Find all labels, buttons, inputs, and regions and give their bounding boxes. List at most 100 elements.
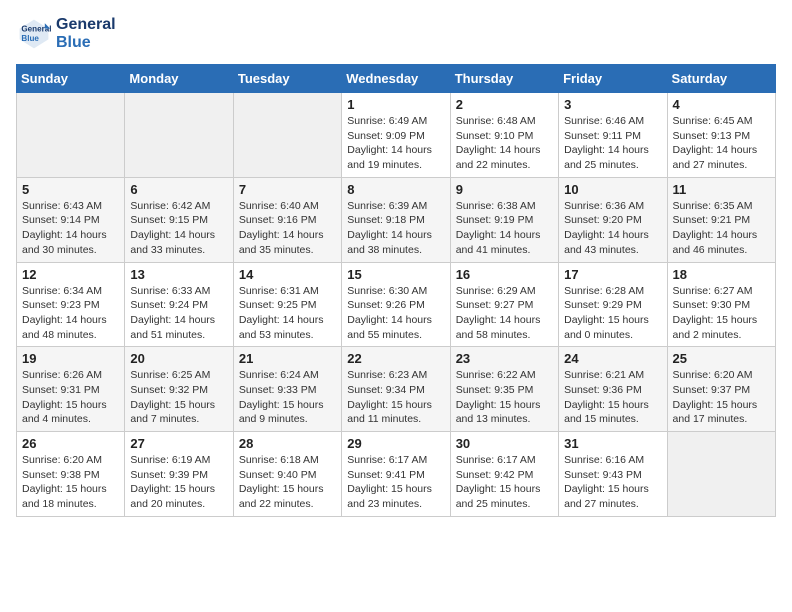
day-info: Sunrise: 6:39 AMSunset: 9:18 PMDaylight:… (347, 199, 444, 258)
calendar-cell: 15 Sunrise: 6:30 AMSunset: 9:26 PMDayligh… (342, 262, 450, 347)
calendar-cell: 22 Sunrise: 6:23 AMSunset: 9:34 PMDayligh… (342, 347, 450, 432)
calendar-cell: 28 Sunrise: 6:18 AMSunset: 9:40 PMDayligh… (233, 432, 341, 517)
calendar-cell: 14Sunrise: 6:31 AMSunset: 9:25 PMDayligh… (233, 262, 341, 347)
day-number: 13 (130, 267, 227, 282)
calendar-week-row: 1 Sunrise: 6:49 AMSunset: 9:09 PMDaylight… (17, 93, 776, 178)
day-number: 7 (239, 182, 336, 197)
calendar-cell: 3 Sunrise: 6:46 AMSunset: 9:11 PMDaylight… (559, 93, 667, 178)
day-number: 9 (456, 182, 553, 197)
day-header-friday: Friday (559, 65, 667, 93)
day-info: Sunrise: 6:27 AMSunset: 9:30 PMDaylight:… (673, 284, 770, 343)
day-info: Sunrise: 6:23 AMSunset: 9:34 PMDaylight:… (347, 368, 444, 427)
logo-icon: General Blue (16, 16, 52, 52)
day-number: 20 (130, 351, 227, 366)
calendar-cell: 27 Sunrise: 6:19 AMSunset: 9:39 PMDayligh… (125, 432, 233, 517)
calendar-cell: 23Sunrise: 6:22 AMSunset: 9:35 PMDayligh… (450, 347, 558, 432)
day-info: Sunrise: 6:45 AMSunset: 9:13 PMDaylight:… (673, 114, 770, 173)
day-header-monday: Monday (125, 65, 233, 93)
calendar-week-row: 12 Sunrise: 6:34 AMSunset: 9:23 PMDayligh… (17, 262, 776, 347)
day-info: Sunrise: 6:36 AMSunset: 9:20 PMDaylight:… (564, 199, 661, 258)
day-info: Sunrise: 6:43 AMSunset: 9:14 PMDaylight:… (22, 199, 119, 258)
day-number: 19 (22, 351, 119, 366)
calendar-cell: 4 Sunrise: 6:45 AMSunset: 9:13 PMDaylight… (667, 93, 775, 178)
calendar-cell: 12 Sunrise: 6:34 AMSunset: 9:23 PMDayligh… (17, 262, 125, 347)
day-info: Sunrise: 6:20 AMSunset: 9:37 PMDaylight:… (673, 368, 770, 427)
day-number: 27 (130, 436, 227, 451)
calendar-cell: 17 Sunrise: 6:28 AMSunset: 9:29 PMDayligh… (559, 262, 667, 347)
day-header-wednesday: Wednesday (342, 65, 450, 93)
day-number: 5 (22, 182, 119, 197)
day-number: 28 (239, 436, 336, 451)
calendar-cell: 19Sunrise: 6:26 AMSunset: 9:31 PMDayligh… (17, 347, 125, 432)
day-info: Sunrise: 6:16 AMSunset: 9:43 PMDaylight:… (564, 453, 661, 512)
day-number: 18 (673, 267, 770, 282)
day-info: Sunrise: 6:24 AMSunset: 9:33 PMDaylight:… (239, 368, 336, 427)
day-info: Sunrise: 6:30 AMSunset: 9:26 PMDaylight:… (347, 284, 444, 343)
day-number: 3 (564, 97, 661, 112)
day-info: Sunrise: 6:20 AMSunset: 9:38 PMDaylight:… (22, 453, 119, 512)
calendar-cell: 10Sunrise: 6:36 AMSunset: 9:20 PMDayligh… (559, 177, 667, 262)
day-info: Sunrise: 6:46 AMSunset: 9:11 PMDaylight:… (564, 114, 661, 173)
logo-text-line2: Blue (56, 34, 116, 52)
day-number: 17 (564, 267, 661, 282)
day-info: Sunrise: 6:35 AMSunset: 9:21 PMDaylight:… (673, 199, 770, 258)
calendar-cell (233, 93, 341, 178)
calendar-table: SundayMondayTuesdayWednesdayThursdayFrid… (16, 64, 776, 517)
day-number: 12 (22, 267, 119, 282)
day-number: 11 (673, 182, 770, 197)
calendar-cell (17, 93, 125, 178)
day-info: Sunrise: 6:19 AMSunset: 9:39 PMDaylight:… (130, 453, 227, 512)
calendar-cell: 2 Sunrise: 6:48 AMSunset: 9:10 PMDaylight… (450, 93, 558, 178)
calendar-cell: 9 Sunrise: 6:38 AMSunset: 9:19 PMDaylight… (450, 177, 558, 262)
day-info: Sunrise: 6:48 AMSunset: 9:10 PMDaylight:… (456, 114, 553, 173)
day-number: 26 (22, 436, 119, 451)
calendar-cell: 8 Sunrise: 6:39 AMSunset: 9:18 PMDaylight… (342, 177, 450, 262)
calendar-cell: 26 Sunrise: 6:20 AMSunset: 9:38 PMDayligh… (17, 432, 125, 517)
calendar-cell: 11 Sunrise: 6:35 AMSunset: 9:21 PMDayligh… (667, 177, 775, 262)
logo-text-line1: General (56, 16, 116, 34)
calendar-cell: 18 Sunrise: 6:27 AMSunset: 9:30 PMDayligh… (667, 262, 775, 347)
calendar-cell: 20 Sunrise: 6:25 AMSunset: 9:32 PMDayligh… (125, 347, 233, 432)
calendar-cell: 13Sunrise: 6:33 AMSunset: 9:24 PMDayligh… (125, 262, 233, 347)
day-number: 29 (347, 436, 444, 451)
calendar-cell (125, 93, 233, 178)
calendar-week-row: 5 Sunrise: 6:43 AMSunset: 9:14 PMDaylight… (17, 177, 776, 262)
day-number: 16 (456, 267, 553, 282)
day-info: Sunrise: 6:28 AMSunset: 9:29 PMDaylight:… (564, 284, 661, 343)
day-number: 14 (239, 267, 336, 282)
day-number: 21 (239, 351, 336, 366)
calendar-week-row: 19Sunrise: 6:26 AMSunset: 9:31 PMDayligh… (17, 347, 776, 432)
day-info: Sunrise: 6:18 AMSunset: 9:40 PMDaylight:… (239, 453, 336, 512)
day-number: 31 (564, 436, 661, 451)
day-info: Sunrise: 6:34 AMSunset: 9:23 PMDaylight:… (22, 284, 119, 343)
calendar-cell: 1 Sunrise: 6:49 AMSunset: 9:09 PMDaylight… (342, 93, 450, 178)
day-info: Sunrise: 6:17 AMSunset: 9:42 PMDaylight:… (456, 453, 553, 512)
day-info: Sunrise: 6:40 AMSunset: 9:16 PMDaylight:… (239, 199, 336, 258)
day-number: 23 (456, 351, 553, 366)
day-info: Sunrise: 6:29 AMSunset: 9:27 PMDaylight:… (456, 284, 553, 343)
day-info: Sunrise: 6:17 AMSunset: 9:41 PMDaylight:… (347, 453, 444, 512)
day-number: 4 (673, 97, 770, 112)
day-number: 8 (347, 182, 444, 197)
day-number: 22 (347, 351, 444, 366)
day-header-tuesday: Tuesday (233, 65, 341, 93)
day-number: 24 (564, 351, 661, 366)
day-number: 15 (347, 267, 444, 282)
logo: General Blue General Blue (16, 16, 116, 52)
day-info: Sunrise: 6:49 AMSunset: 9:09 PMDaylight:… (347, 114, 444, 173)
svg-text:Blue: Blue (21, 34, 39, 43)
calendar-cell: 6 Sunrise: 6:42 AMSunset: 9:15 PMDaylight… (125, 177, 233, 262)
calendar-header-row: SundayMondayTuesdayWednesdayThursdayFrid… (17, 65, 776, 93)
day-header-sunday: Sunday (17, 65, 125, 93)
day-info: Sunrise: 6:38 AMSunset: 9:19 PMDaylight:… (456, 199, 553, 258)
day-info: Sunrise: 6:42 AMSunset: 9:15 PMDaylight:… (130, 199, 227, 258)
calendar-cell: 5 Sunrise: 6:43 AMSunset: 9:14 PMDaylight… (17, 177, 125, 262)
day-info: Sunrise: 6:25 AMSunset: 9:32 PMDaylight:… (130, 368, 227, 427)
day-number: 1 (347, 97, 444, 112)
day-header-saturday: Saturday (667, 65, 775, 93)
calendar-cell: 16 Sunrise: 6:29 AMSunset: 9:27 PMDayligh… (450, 262, 558, 347)
calendar-week-row: 26 Sunrise: 6:20 AMSunset: 9:38 PMDayligh… (17, 432, 776, 517)
day-number: 2 (456, 97, 553, 112)
calendar-cell: 7 Sunrise: 6:40 AMSunset: 9:16 PMDaylight… (233, 177, 341, 262)
day-number: 6 (130, 182, 227, 197)
